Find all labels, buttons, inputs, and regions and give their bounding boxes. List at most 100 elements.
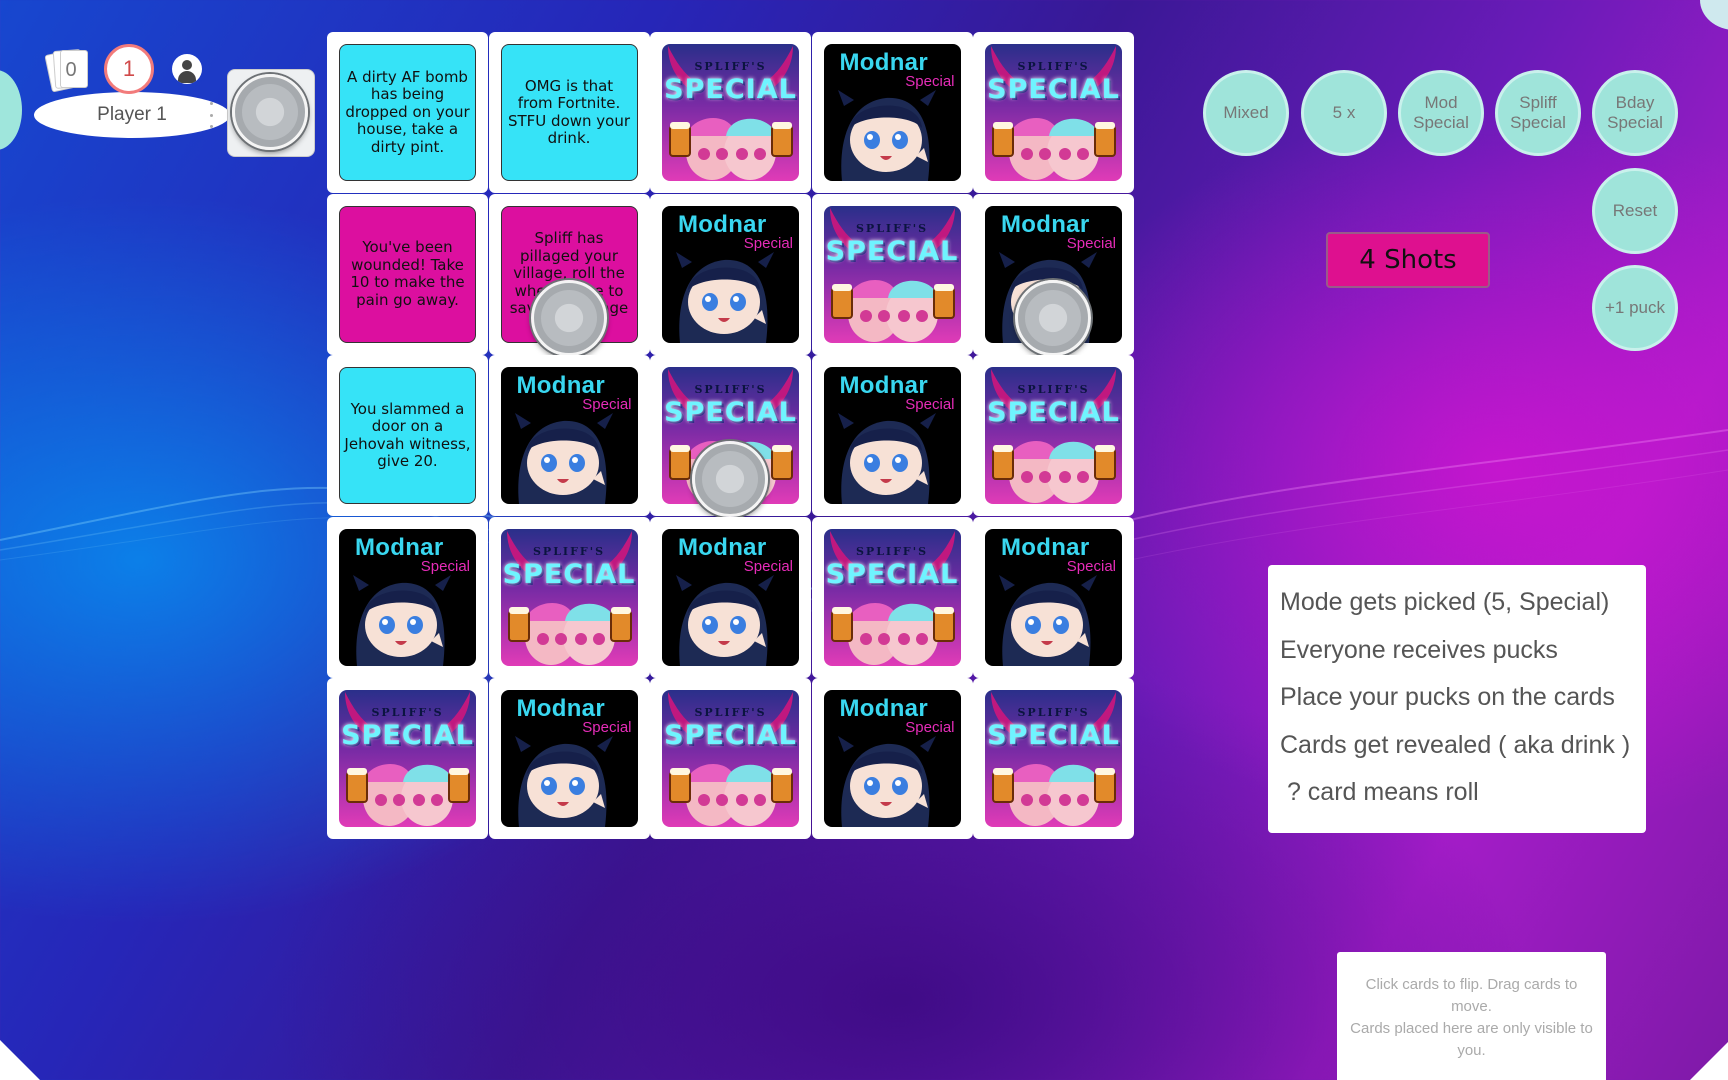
- board-cell[interactable]: Modnar Special: [811, 355, 973, 516]
- spliff-card-title: SPECIAL: [825, 558, 959, 590]
- instruction-line: ? card means roll: [1280, 778, 1479, 806]
- board-cell[interactable]: Modnar Special: [811, 32, 973, 193]
- board-cell[interactable]: SPLIFF'S SPECIAL: [650, 355, 811, 517]
- placed-puck[interactable]: [692, 441, 768, 517]
- spliff-card-small-title: SPLIFF'S: [855, 544, 929, 558]
- board-cell[interactable]: Modnar Special: [488, 678, 650, 839]
- board-cell[interactable]: SPLIFF'S SPECIAL: [650, 32, 811, 193]
- mode-mod-special-button[interactable]: Mod Special: [1398, 70, 1484, 156]
- board-cell[interactable]: A dirty AF bomb has being dropped on you…: [327, 32, 488, 193]
- text-card[interactable]: You've been wounded! Take 10 to make the…: [339, 205, 476, 343]
- spliff-special-card[interactable]: SPLIFF'S SPECIAL: [985, 690, 1122, 827]
- board-cell[interactable]: Spliff has pillaged your village, roll t…: [488, 193, 650, 356]
- text-card[interactable]: A dirty AF bomb has being dropped on you…: [339, 44, 476, 181]
- board-cell[interactable]: OMG is that from Fortnite. STFU down you…: [488, 32, 650, 193]
- spliff-card-title: SPECIAL: [341, 720, 474, 751]
- mode-mixed-button[interactable]: Mixed: [1203, 70, 1289, 156]
- card-text: OMG is that from Fortnite. STFU down you…: [507, 76, 631, 147]
- add-puck-button[interactable]: +1 puck: [1592, 265, 1678, 351]
- spliff-card-title: SPECIAL: [664, 720, 797, 751]
- board-cell[interactable]: Modnar Special: [973, 516, 1134, 678]
- placed-puck[interactable]: [530, 279, 607, 356]
- board-cell[interactable]: Modnar Special: [488, 355, 650, 516]
- private-hand-area[interactable]: Click cards to flip. Drag cards to move.…: [1337, 952, 1606, 1080]
- modnar-special-card[interactable]: Modnar Special: [500, 367, 638, 504]
- spliff-card-small-title: SPLIFF'S: [694, 706, 767, 719]
- puck-holder: [227, 69, 315, 157]
- spliff-special-card[interactable]: SPLIFF'S SPECIAL: [339, 690, 476, 827]
- corner-decoration: [0, 1040, 40, 1080]
- board-cell[interactable]: SPLIFF'S SPECIAL: [327, 678, 488, 839]
- board-cell[interactable]: SPLIFF'S SPECIAL: [811, 516, 973, 678]
- card-board: A dirty AF bomb has being dropped on you…: [327, 32, 1137, 840]
- spliff-special-card[interactable]: SPLIFF'S SPECIAL: [500, 528, 638, 666]
- modnar-card-subtitle: Special: [743, 557, 793, 575]
- modnar-card-subtitle: Special: [582, 396, 632, 413]
- modnar-card-subtitle: Special: [420, 557, 470, 575]
- spliff-card-small-title: SPLIFF'S: [855, 221, 929, 235]
- card-count: 0: [65, 58, 77, 81]
- spliff-special-card[interactable]: SPLIFF'S SPECIAL: [662, 44, 799, 181]
- instruction-line: Everyone receives pucks: [1280, 635, 1558, 664]
- player-menu-icon[interactable]: [206, 102, 216, 128]
- text-card[interactable]: You slammed a door on a Jehovah witness,…: [339, 367, 476, 504]
- board-cell[interactable]: Modnar Special: [650, 516, 811, 678]
- spliff-special-card[interactable]: SPLIFF'S SPECIAL: [985, 367, 1122, 504]
- spliff-card-title: SPECIAL: [987, 397, 1120, 428]
- offscreen-button-fragment[interactable]: [1700, 0, 1728, 30]
- puck[interactable]: [232, 74, 308, 150]
- mode-bday-special-button[interactable]: Bday Special: [1592, 70, 1678, 156]
- reset-button[interactable]: Reset: [1592, 168, 1678, 254]
- player-panel: Player 1 0 1: [34, 40, 234, 140]
- modnar-special-card[interactable]: Modnar Special: [823, 44, 961, 181]
- spliff-card-small-title: SPLIFF'S: [1017, 383, 1090, 396]
- placed-puck[interactable]: [1015, 279, 1091, 356]
- modnar-card-subtitle: Special: [743, 234, 793, 252]
- spliff-card-small-title: SPLIFF'S: [371, 706, 444, 719]
- avatar-icon[interactable]: [172, 54, 202, 84]
- mode-five-x-button[interactable]: 5 x: [1301, 70, 1387, 156]
- corner-decoration: [1690, 1040, 1728, 1080]
- score-badge: 1: [104, 44, 154, 94]
- modnar-special-card[interactable]: Modnar Special: [823, 690, 961, 827]
- board-cell[interactable]: You slammed a door on a Jehovah witness,…: [327, 355, 488, 516]
- shots-counter: 4 Shots: [1326, 232, 1490, 288]
- spliff-special-card[interactable]: SPLIFF'S SPECIAL: [662, 690, 799, 827]
- modnar-special-card[interactable]: Modnar Special: [339, 528, 476, 666]
- instruction-line: Cards get revealed ( aka drink ): [1280, 730, 1631, 759]
- spliff-card-title: SPECIAL: [987, 720, 1120, 751]
- hand-area-hint: Cards placed here are only visible to yo…: [1350, 1020, 1593, 1059]
- board-cell[interactable]: You've been wounded! Take 10 to make the…: [327, 193, 488, 355]
- board-cell[interactable]: Modnar Special: [650, 193, 811, 355]
- spliff-special-card[interactable]: SPLIFF'S SPECIAL: [985, 44, 1122, 181]
- board-cell[interactable]: Modnar Special: [327, 516, 488, 678]
- text-card[interactable]: OMG is that from Fortnite. STFU down you…: [500, 44, 638, 181]
- instruction-line: Place your pucks on the cards: [1280, 683, 1615, 711]
- modnar-special-card[interactable]: Modnar Special: [985, 528, 1122, 666]
- board-cell[interactable]: SPLIFF'S SPECIAL: [811, 193, 973, 355]
- board-cell[interactable]: Modnar Special: [973, 193, 1134, 356]
- modnar-card-subtitle: Special: [1066, 234, 1116, 252]
- spliff-card-small-title: SPLIFF'S: [1017, 60, 1090, 73]
- board-cell[interactable]: Modnar Special: [811, 678, 973, 839]
- board-cell[interactable]: SPLIFF'S SPECIAL: [973, 32, 1134, 193]
- board-cell[interactable]: SPLIFF'S SPECIAL: [973, 678, 1134, 839]
- offscreen-button-fragment[interactable]: [0, 70, 22, 150]
- instructions-panel: Mode gets picked (5, Special) Everyone r…: [1268, 565, 1646, 833]
- player-name[interactable]: Player 1: [34, 92, 230, 138]
- spliff-special-card[interactable]: SPLIFF'S SPECIAL: [823, 528, 961, 666]
- spliff-card-small-title: SPLIFF'S: [532, 544, 606, 558]
- modnar-special-card[interactable]: Modnar Special: [823, 367, 961, 504]
- modnar-special-card[interactable]: Modnar Special: [662, 528, 799, 666]
- modnar-card-subtitle: Special: [1066, 557, 1116, 575]
- mode-spliff-special-button[interactable]: Spliff Special: [1495, 70, 1581, 156]
- modnar-special-card[interactable]: Modnar Special: [662, 205, 799, 343]
- modnar-special-card[interactable]: Modnar Special: [500, 690, 638, 827]
- spliff-card-title: SPECIAL: [664, 74, 797, 105]
- spliff-card-small-title: SPLIFF'S: [694, 60, 767, 73]
- board-cell[interactable]: SPLIFF'S SPECIAL: [650, 678, 811, 839]
- spliff-special-card[interactable]: SPLIFF'S SPECIAL: [823, 205, 961, 343]
- modnar-card-subtitle: Special: [905, 73, 955, 90]
- board-cell[interactable]: SPLIFF'S SPECIAL: [973, 355, 1134, 516]
- board-cell[interactable]: SPLIFF'S SPECIAL: [488, 516, 650, 678]
